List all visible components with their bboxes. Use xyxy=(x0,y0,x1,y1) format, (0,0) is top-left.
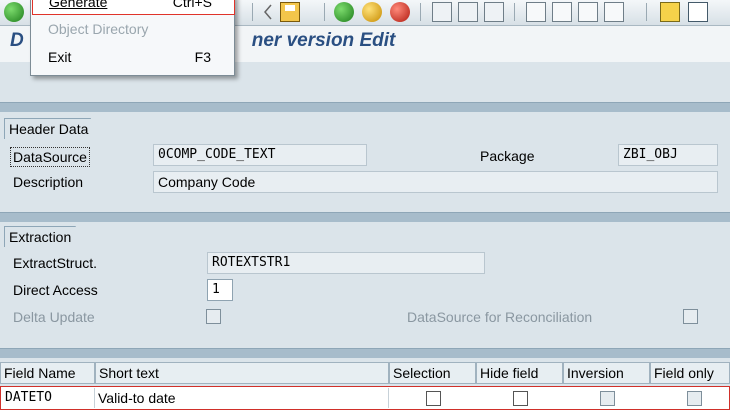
next-page-icon[interactable] xyxy=(578,2,598,22)
divider xyxy=(0,348,730,358)
description-label: Description xyxy=(13,174,84,190)
dropdown-menu: Generate Ctrl+S Object Directory Exit F3 xyxy=(30,0,235,76)
divider xyxy=(0,212,730,222)
column-header-hide-field[interactable]: Hide field xyxy=(476,362,563,384)
package-label: Package xyxy=(480,148,535,164)
reconciliation-checkbox[interactable] xyxy=(683,309,698,324)
toolbar-separator xyxy=(646,3,647,21)
section-tab-header: Header Data xyxy=(4,118,103,139)
row-hide-field-checkbox[interactable] xyxy=(513,391,528,406)
menu-item-label: Object Directory xyxy=(48,21,149,37)
divider xyxy=(0,102,730,112)
row-selection-checkbox[interactable] xyxy=(426,391,441,406)
direct-access-label: Direct Access xyxy=(13,282,98,298)
create-session-icon[interactable] xyxy=(660,2,680,22)
reconciliation-label: DataSource for Reconciliation xyxy=(407,309,593,325)
row-field-only-checkbox[interactable] xyxy=(687,391,702,406)
cancel-icon[interactable] xyxy=(390,2,410,22)
save-icon[interactable] xyxy=(280,2,300,22)
exit-icon[interactable] xyxy=(362,2,382,22)
header-data-section: Header Data DataSource 0COMP_CODE_TEXT P… xyxy=(0,112,730,212)
datasource-field[interactable]: 0COMP_CODE_TEXT xyxy=(153,144,367,166)
extract-struct-field[interactable]: ROTEXTSTR1 xyxy=(207,252,485,274)
menu-item-label: Exit xyxy=(48,49,72,65)
last-page-icon[interactable] xyxy=(604,2,624,22)
row-inversion-checkbox[interactable] xyxy=(600,391,615,406)
shortcut-icon[interactable] xyxy=(688,2,708,22)
delta-update-label: Delta Update xyxy=(13,309,95,325)
column-header-field-only[interactable]: Field only xyxy=(650,362,730,384)
toolbar-separator xyxy=(514,3,515,21)
enter-icon[interactable] xyxy=(4,2,24,22)
find-icon[interactable] xyxy=(458,2,478,22)
section-tab-extraction: Extraction xyxy=(4,226,86,247)
column-header-selection[interactable]: Selection xyxy=(389,362,476,384)
column-header-inversion[interactable]: Inversion xyxy=(563,362,650,384)
arrow-left-icon[interactable] xyxy=(262,2,274,22)
menu-item-object-directory[interactable]: Object Directory xyxy=(32,17,233,41)
extract-struct-label: ExtractStruct. xyxy=(13,255,98,271)
menu-item-shortcut: Ctrl+S xyxy=(172,0,212,10)
menu-item-exit[interactable]: Exit F3 xyxy=(32,45,233,69)
delta-update-checkbox[interactable] xyxy=(206,309,221,324)
toolbar-separator xyxy=(420,3,421,21)
previous-page-icon[interactable] xyxy=(552,2,572,22)
menu-item-generate[interactable]: Generate Ctrl+S xyxy=(32,0,235,15)
datasource-label[interactable]: DataSource xyxy=(10,147,90,167)
toolbar-separator xyxy=(252,3,253,21)
direct-access-field[interactable]: 1 xyxy=(207,279,233,301)
column-header-short-text[interactable]: Short text xyxy=(95,362,389,384)
first-page-icon[interactable] xyxy=(526,2,546,22)
row-field-name: DATETO xyxy=(2,388,95,408)
menu-item-label: Generate xyxy=(49,0,108,10)
row-short-text: Valid-to date xyxy=(95,388,389,408)
find-next-icon[interactable] xyxy=(484,2,504,22)
extraction-section: Extraction ExtractStruct. ROTEXTSTR1 Dir… xyxy=(0,222,730,348)
menu-item-shortcut: F3 xyxy=(194,49,211,65)
package-field[interactable]: ZBI_OBJ xyxy=(618,144,718,166)
back-icon[interactable] xyxy=(334,2,354,22)
description-field[interactable]: Company Code xyxy=(153,171,718,193)
print-icon[interactable] xyxy=(432,2,452,22)
column-header-field-name[interactable]: Field Name xyxy=(0,362,95,384)
toolbar-separator xyxy=(324,3,325,21)
